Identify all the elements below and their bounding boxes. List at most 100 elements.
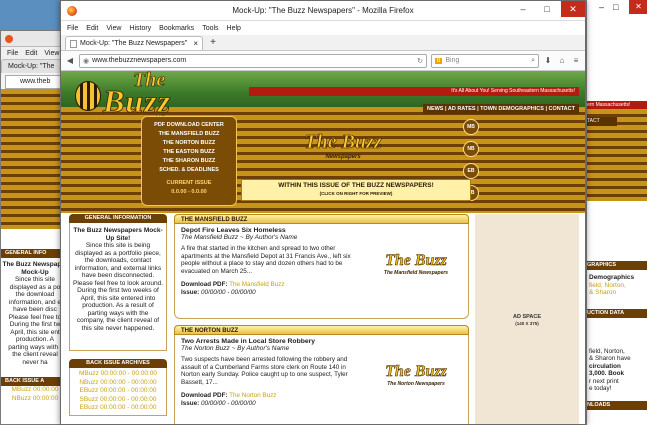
back-issue-link[interactable]: EBuzz 00:00:00 - 00:00:00 — [74, 387, 162, 396]
article-thumbnail[interactable]: The Buzz The Mansfield Newspapers — [372, 252, 460, 284]
bg-back-head: BACK ISSUE A — [1, 377, 69, 386]
bg-right-titlebar: – □ ✕ — [587, 0, 647, 16]
article-section-heading: THE MANSFIELD BUZZ — [174, 214, 469, 224]
bee-icon — [75, 81, 101, 111]
bg-back-list: MBuzz 00:00:00 NBuzz 00:00:00 — [11, 386, 59, 402]
bg-gen-body: The Buzz Newspaper Mock-Up Since this si… — [2, 261, 68, 366]
general-info-panel: The Buzz Newspapers Mock-Up Site! Since … — [69, 223, 167, 351]
menu-help[interactable]: Help — [227, 25, 241, 32]
back-issue-link[interactable]: MBuzz 00:00:00 - 00:00:00 — [74, 370, 162, 379]
bg-right-maximize[interactable]: □ — [613, 2, 618, 12]
menu-history[interactable]: History — [129, 25, 151, 32]
bg-banner — [1, 89, 69, 229]
browser-window: Mock-Up: "The Buzz Newspapers" - Mozilla… — [60, 0, 586, 425]
left-column: GENERAL INFORMATION The Buzz Newspapers … — [69, 214, 167, 424]
current-issue-label: CURRENT ISSUE — [166, 180, 212, 186]
new-tab-button[interactable]: + — [205, 37, 221, 50]
back-icon[interactable]: ◀ — [65, 56, 75, 65]
menu-bookmarks[interactable]: Bookmarks — [159, 25, 194, 32]
menu-tools[interactable]: Tools — [202, 25, 218, 32]
within-issue-sub: (CLICK ON RIGHT FOR PREVIEW) — [319, 191, 393, 196]
site-banner: The Buzz Newspapers It's All About You! … — [61, 71, 585, 213]
article-mansfield: THE MANSFIELD BUZZ Depot Fire Leaves Six… — [174, 214, 469, 319]
article-title[interactable]: Depot Fire Leaves Six Homeless — [181, 227, 462, 234]
bg-right-banner: ern Massachusetts! TACT — [587, 101, 647, 201]
download-icon[interactable]: ⬇ — [543, 56, 553, 65]
bg-url[interactable]: www.theb — [5, 75, 65, 89]
pdf-link[interactable]: The Mansfield Buzz — [229, 281, 284, 288]
minimize-button[interactable]: – — [511, 1, 535, 17]
bg-gen-head: GENERAL INFO — [1, 249, 69, 258]
web-page: The Buzz Newspapers It's All About You! … — [61, 71, 585, 424]
close-button[interactable]: ✕ — [561, 1, 585, 17]
ad-space[interactable]: AD SPACE (140 X 375) — [475, 214, 579, 424]
pdf-link-norton[interactable]: THE NORTON BUZZ — [142, 139, 236, 148]
tab-bar: Mock-Up: "The Buzz Newspapers" × + — [61, 35, 585, 51]
search-box[interactable]: b Bing ⌕ — [431, 53, 539, 68]
home-icon[interactable]: ⌂ — [557, 56, 567, 65]
menu-bar: File Edit View History Bookmarks Tools H… — [61, 21, 585, 35]
edition-mb-button[interactable]: MB — [463, 119, 479, 135]
ad-size: (140 X 375) — [515, 321, 539, 326]
pdf-link-sharon[interactable]: THE SHARON BUZZ — [142, 157, 236, 166]
menu-icon[interactable]: ≡ — [571, 56, 581, 65]
bing-icon: b — [435, 57, 443, 64]
center-logo-sub: Newspapers — [325, 154, 361, 160]
back-issue-link[interactable]: NBuzz 00:00:00 - 00:00:00 — [74, 379, 162, 388]
firefox-icon — [5, 34, 13, 43]
menu-view[interactable]: View — [106, 25, 121, 32]
bg-menubar: File Edit View Hi — [1, 47, 69, 59]
bg-right-nav[interactable]: TACT — [587, 117, 617, 126]
center-logo: The Buzz Newspapers — [293, 131, 393, 171]
globe-icon: ◉ — [83, 57, 90, 65]
maximize-button[interactable]: □ — [535, 1, 559, 17]
window-title: Mock-Up: "The Buzz Newspapers" - Mozilla… — [232, 6, 414, 15]
page-icon — [70, 39, 77, 48]
bg-menu-view[interactable]: View — [44, 50, 59, 57]
back-issue-link[interactable]: EBuzz 00:00:00 - 00:00:00 — [74, 404, 162, 413]
tab-active[interactable]: Mock-Up: "The Buzz Newspapers" × — [65, 36, 203, 50]
back-issue-link[interactable]: SBuzz 00:00:00 - 00:00:00 — [74, 396, 162, 405]
center-logo-text: The Buzz — [304, 131, 382, 154]
menu-edit[interactable]: Edit — [86, 25, 98, 32]
bg-titlebar — [1, 31, 69, 47]
bg-menu-file[interactable]: File — [7, 50, 18, 57]
pdf-title: PDF DOWNLOAD CENTER — [154, 122, 224, 128]
back-issues-section: BACK ISSUE ARCHIVES MBuzz 00:00:00 - 00:… — [69, 359, 167, 416]
menu-file[interactable]: File — [67, 25, 78, 32]
article-title[interactable]: Two Arrests Made in Local Store Robbery — [181, 338, 462, 345]
tagline: It's All About You! Serving Southeastern… — [249, 87, 579, 96]
bg-right-close[interactable]: ✕ — [629, 0, 647, 14]
url-text: www.thebuzznewspapers.com — [92, 57, 187, 64]
tab-close-icon[interactable]: × — [193, 39, 198, 48]
bg-right-tagline: ern Massachusetts! — [587, 101, 647, 109]
main-column: THE MANSFIELD BUZZ Depot Fire Leaves Six… — [174, 214, 469, 424]
within-issue-banner: WITHIN THIS ISSUE OF THE BUZZ NEWSPAPERS… — [241, 179, 471, 201]
top-navigation[interactable]: NEWS | AD RATES | TOWN DEMOGRAPHICS | CO… — [422, 104, 579, 114]
article-body: Depot Fire Leaves Six Homeless The Mansf… — [174, 224, 469, 319]
ad-label: AD SPACE — [512, 314, 541, 320]
reload-icon[interactable]: ↻ — [417, 57, 426, 65]
pdf-link-schedule[interactable]: SCHED. & DEADLINES — [142, 166, 236, 175]
article-text: Two suspects have been arrested followin… — [181, 356, 348, 386]
edition-eb-button[interactable]: EB — [463, 163, 479, 179]
pdf-link-mansfield[interactable]: THE MANSFIELD BUZZ — [142, 130, 236, 139]
edition-nb-button[interactable]: NB — [463, 141, 479, 157]
search-input: Bing — [445, 57, 460, 64]
general-info-body: Since this site is being displayed as a … — [73, 242, 163, 332]
pdf-link-easton[interactable]: THE EASTON BUZZ — [142, 148, 236, 157]
url-bar[interactable]: ◉ www.thebuzznewspapers.com ↻ — [79, 53, 427, 68]
article-byline: The Norton Buzz ~ By Author's Name — [181, 345, 290, 352]
general-info-heading: GENERAL INFORMATION — [69, 214, 167, 223]
bg-right-minimize[interactable]: – — [599, 2, 604, 12]
title-bar: Mock-Up: "The Buzz Newspapers" - Mozilla… — [61, 1, 585, 21]
pdf-link[interactable]: The Norton Buzz — [229, 392, 276, 399]
within-issue-title: WITHIN THIS ISSUE OF THE BUZZ NEWSPAPERS… — [278, 182, 434, 189]
article-thumbnail[interactable]: The Buzz The Norton Newspapers — [372, 363, 460, 395]
pdf-download-center: PDF DOWNLOAD CENTER THE MANSFIELD BUZZ T… — [141, 116, 237, 206]
bg-right-demo-head: GRAPHICS — [587, 261, 647, 270]
search-icon[interactable]: ⌕ — [531, 57, 538, 65]
background-window-right: – □ ✕ ern Massachusetts! TACT GRAPHICS D… — [586, 0, 647, 425]
back-issues-heading: BACK ISSUE ARCHIVES — [69, 359, 167, 368]
bg-menu-edit[interactable]: Edit — [25, 50, 37, 57]
